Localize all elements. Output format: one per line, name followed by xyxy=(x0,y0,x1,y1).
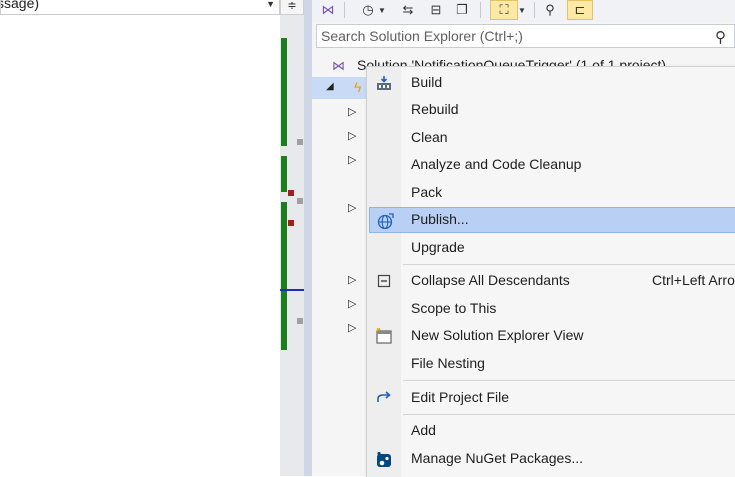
menu-item-shortcut: Ctrl+Left Arro xyxy=(652,272,735,288)
expanded-arrow-icon[interactable]: ◢ xyxy=(326,81,334,92)
collapse-icon xyxy=(375,272,393,290)
search-input[interactable] xyxy=(321,27,701,45)
error-marker xyxy=(288,220,294,226)
toolbar-separator xyxy=(480,2,481,18)
marker xyxy=(297,198,303,204)
menu-item-rebuild[interactable]: Rebuild xyxy=(369,97,735,123)
preview-icon[interactable]: ⊏ xyxy=(567,0,593,20)
menu-item-label: File Nesting xyxy=(411,355,485,371)
solution-explorer-toolbar: ⋈ ◷ ▼ ⇆ ⊟ ❐ ⛶ ▼ ⚲ ⊏ xyxy=(312,0,735,22)
menu-item-label: Upgrade xyxy=(411,239,465,255)
solution-icon: ⋈ xyxy=(332,58,345,73)
expand-arrow-icon[interactable]: ▷ xyxy=(348,153,356,166)
chevron-down-icon: ▼ xyxy=(266,0,275,9)
menu-item-pack[interactable]: Pack xyxy=(369,180,735,206)
context-menu: Build Rebuild Clean Analyze and Code Cle… xyxy=(366,66,735,477)
menu-item-collapse-all[interactable]: Collapse All Descendants Ctrl+Left Arro xyxy=(369,268,735,294)
menu-item-clean[interactable]: Clean xyxy=(369,125,735,151)
menu-item-file-nesting[interactable]: File Nesting xyxy=(369,351,735,377)
toolbar-separator xyxy=(344,2,345,18)
chevron-down-icon[interactable]: ▼ xyxy=(376,0,388,20)
pane-splitter[interactable] xyxy=(304,0,312,476)
expand-arrow-icon[interactable]: ▷ xyxy=(348,321,356,334)
chevron-down-icon[interactable]: ▼ xyxy=(516,0,528,20)
menu-item-scope[interactable]: Scope to This xyxy=(369,296,735,322)
expand-arrow-icon[interactable]: ▷ xyxy=(348,105,356,118)
menu-item-publish[interactable]: Publish... xyxy=(369,207,735,233)
search-box[interactable]: ⚲ xyxy=(316,24,735,48)
marker xyxy=(297,318,303,324)
menu-item-label: Clean xyxy=(411,129,448,145)
menu-separator xyxy=(403,380,735,381)
menu-item-label: Scope to This xyxy=(411,300,497,316)
split-button[interactable]: ≑ xyxy=(280,0,304,15)
search-icon[interactable]: ⚲ xyxy=(715,28,726,46)
new-view-icon xyxy=(375,327,393,345)
expand-arrow-icon[interactable]: ▷ xyxy=(348,273,356,286)
menu-separator xyxy=(403,264,735,265)
toolbar-separator xyxy=(534,2,535,18)
error-marker xyxy=(288,190,294,196)
edit-arrow-icon xyxy=(375,389,393,407)
publish-globe-icon xyxy=(376,212,394,230)
member-dropdown-text: ssage) xyxy=(0,0,40,11)
menu-item-edit-project[interactable]: Edit Project File xyxy=(369,385,735,411)
menu-item-label: Edit Project File xyxy=(411,389,510,405)
expand-arrow-icon[interactable]: ▷ xyxy=(348,201,356,214)
menu-item-upgrade[interactable]: Upgrade xyxy=(369,235,735,261)
menu-item-build[interactable]: Build xyxy=(369,70,735,96)
code-editor[interactable]: ssage) ▼ xyxy=(0,0,280,476)
tree-icon[interactable]: ⛶ xyxy=(490,0,518,20)
menu-item-manage-nuget[interactable]: Manage NuGet Packages... xyxy=(369,446,735,472)
build-icon xyxy=(375,74,393,92)
expand-arrow-icon[interactable]: ▷ xyxy=(348,297,356,310)
change-bar xyxy=(281,202,287,350)
member-dropdown[interactable]: ssage) ▼ xyxy=(0,0,280,15)
menu-item-label: Pack xyxy=(411,184,443,200)
menu-item-label: Publish... xyxy=(411,211,469,227)
marker xyxy=(297,139,303,145)
menu-separator xyxy=(403,414,735,415)
history-icon[interactable]: ◷ xyxy=(358,0,378,20)
change-bar xyxy=(281,38,287,146)
menu-item-label: Analyze and Code Cleanup xyxy=(411,156,582,172)
copy-icon[interactable]: ❐ xyxy=(452,0,472,20)
sync-icon[interactable]: ⇆ xyxy=(398,0,418,20)
nuget-icon xyxy=(375,450,393,468)
menu-item-label: Add xyxy=(411,422,436,438)
menu-item-analyze[interactable]: Analyze and Code Cleanup xyxy=(369,152,735,178)
menu-item-label: New Solution Explorer View xyxy=(411,327,584,343)
collapse-icon[interactable]: ⊟ xyxy=(426,0,446,20)
menu-item-label: Build xyxy=(411,74,443,90)
menu-item-label: Rebuild xyxy=(411,101,459,117)
caret-position-marker xyxy=(280,289,304,291)
change-bar xyxy=(281,156,287,192)
properties-icon[interactable]: ⚲ xyxy=(540,0,560,20)
expand-arrow-icon[interactable]: ▷ xyxy=(348,129,356,142)
menu-item-add[interactable]: Add xyxy=(369,418,735,444)
function-project-icon: ϟ xyxy=(354,79,362,95)
menu-item-new-view[interactable]: New Solution Explorer View xyxy=(369,323,735,349)
vs-icon[interactable]: ⋈ xyxy=(318,0,338,20)
menu-item-label: Manage NuGet Packages... xyxy=(411,450,583,466)
menu-item-label: Collapse All Descendants xyxy=(411,272,570,288)
editor-scroll-margin[interactable]: ≑ xyxy=(280,0,304,476)
